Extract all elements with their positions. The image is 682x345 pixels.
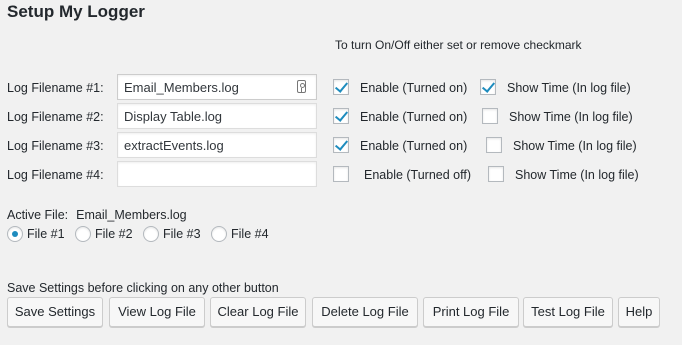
log-row-3: Log Filename #3: extractEvents.log Enabl…	[0, 132, 682, 160]
delete-log-file-button[interactable]: Delete Log File	[312, 297, 418, 327]
radio-button[interactable]	[7, 226, 23, 242]
show-time-label: Show Time (In log file)	[507, 81, 631, 95]
log-filename-input-1[interactable]: Email_Members.log	[117, 74, 317, 100]
active-file: Active File: Email_Members.log	[7, 208, 187, 222]
log-filename-label: Log Filename #1:	[7, 81, 104, 95]
enable-label: Enable (Turned on)	[360, 139, 468, 153]
print-log-file-button[interactable]: Print Log File	[423, 297, 519, 327]
enable-label: Enable (Turned off)	[364, 168, 472, 182]
test-log-file-button[interactable]: Test Log File	[523, 297, 613, 327]
page-title: Setup My Logger	[7, 2, 145, 21]
radio-label: File #3	[163, 227, 201, 241]
enable-label: Enable (Turned on)	[360, 110, 468, 124]
log-filename-label: Log Filename #2:	[7, 110, 104, 124]
toggle-hint: To turn On/Off either set or remove chec…	[335, 38, 582, 52]
log-row-4: Log Filename #4: Enable (Turned off) Sho…	[0, 161, 682, 189]
radio-label: File #2	[95, 227, 133, 241]
show-time-checkbox-4[interactable]	[488, 166, 504, 182]
radio-label: File #4	[231, 227, 269, 241]
log-filename-input-3[interactable]: extractEvents.log	[117, 132, 317, 158]
enable-checkbox-3[interactable]	[333, 137, 349, 153]
log-filename-label: Log Filename #4:	[7, 168, 104, 182]
log-filename-input-2[interactable]: Display Table.log	[117, 103, 317, 129]
radio-button[interactable]	[143, 226, 159, 242]
enable-label: Enable (Turned on)	[360, 81, 468, 95]
save-settings-button[interactable]: Save Settings	[7, 297, 103, 327]
show-time-label: Show Time (In log file)	[515, 168, 639, 182]
show-time-checkbox-3[interactable]	[486, 137, 502, 153]
active-file-value: Email_Members.log	[76, 208, 187, 222]
radio-button[interactable]	[211, 226, 227, 242]
active-file-label: Active File:	[7, 208, 69, 222]
save-settings-note: Save Settings before clicking on any oth…	[7, 281, 279, 295]
radio-label: File #1	[27, 227, 65, 241]
password-manager-key-icon[interactable]	[297, 80, 306, 93]
enable-checkbox-1[interactable]	[333, 79, 349, 95]
clear-log-file-button[interactable]: Clear Log File	[210, 297, 306, 327]
show-time-label: Show Time (In log file)	[513, 139, 637, 153]
help-button[interactable]: Help	[618, 297, 660, 327]
enable-checkbox-2[interactable]	[333, 108, 349, 124]
log-filename-label: Log Filename #3:	[7, 139, 104, 153]
view-log-file-button[interactable]: View Log File	[109, 297, 205, 327]
show-time-label: Show Time (In log file)	[509, 110, 633, 124]
show-time-checkbox-2[interactable]	[482, 108, 498, 124]
show-time-checkbox-1[interactable]	[480, 79, 496, 95]
radio-button[interactable]	[75, 226, 91, 242]
log-filename-input-4[interactable]	[117, 161, 317, 187]
log-row-2: Log Filename #2: Display Table.log Enabl…	[0, 103, 682, 131]
log-row-1: Log Filename #1: Email_Members.log Enabl…	[0, 74, 682, 102]
enable-checkbox-4[interactable]	[333, 166, 349, 182]
